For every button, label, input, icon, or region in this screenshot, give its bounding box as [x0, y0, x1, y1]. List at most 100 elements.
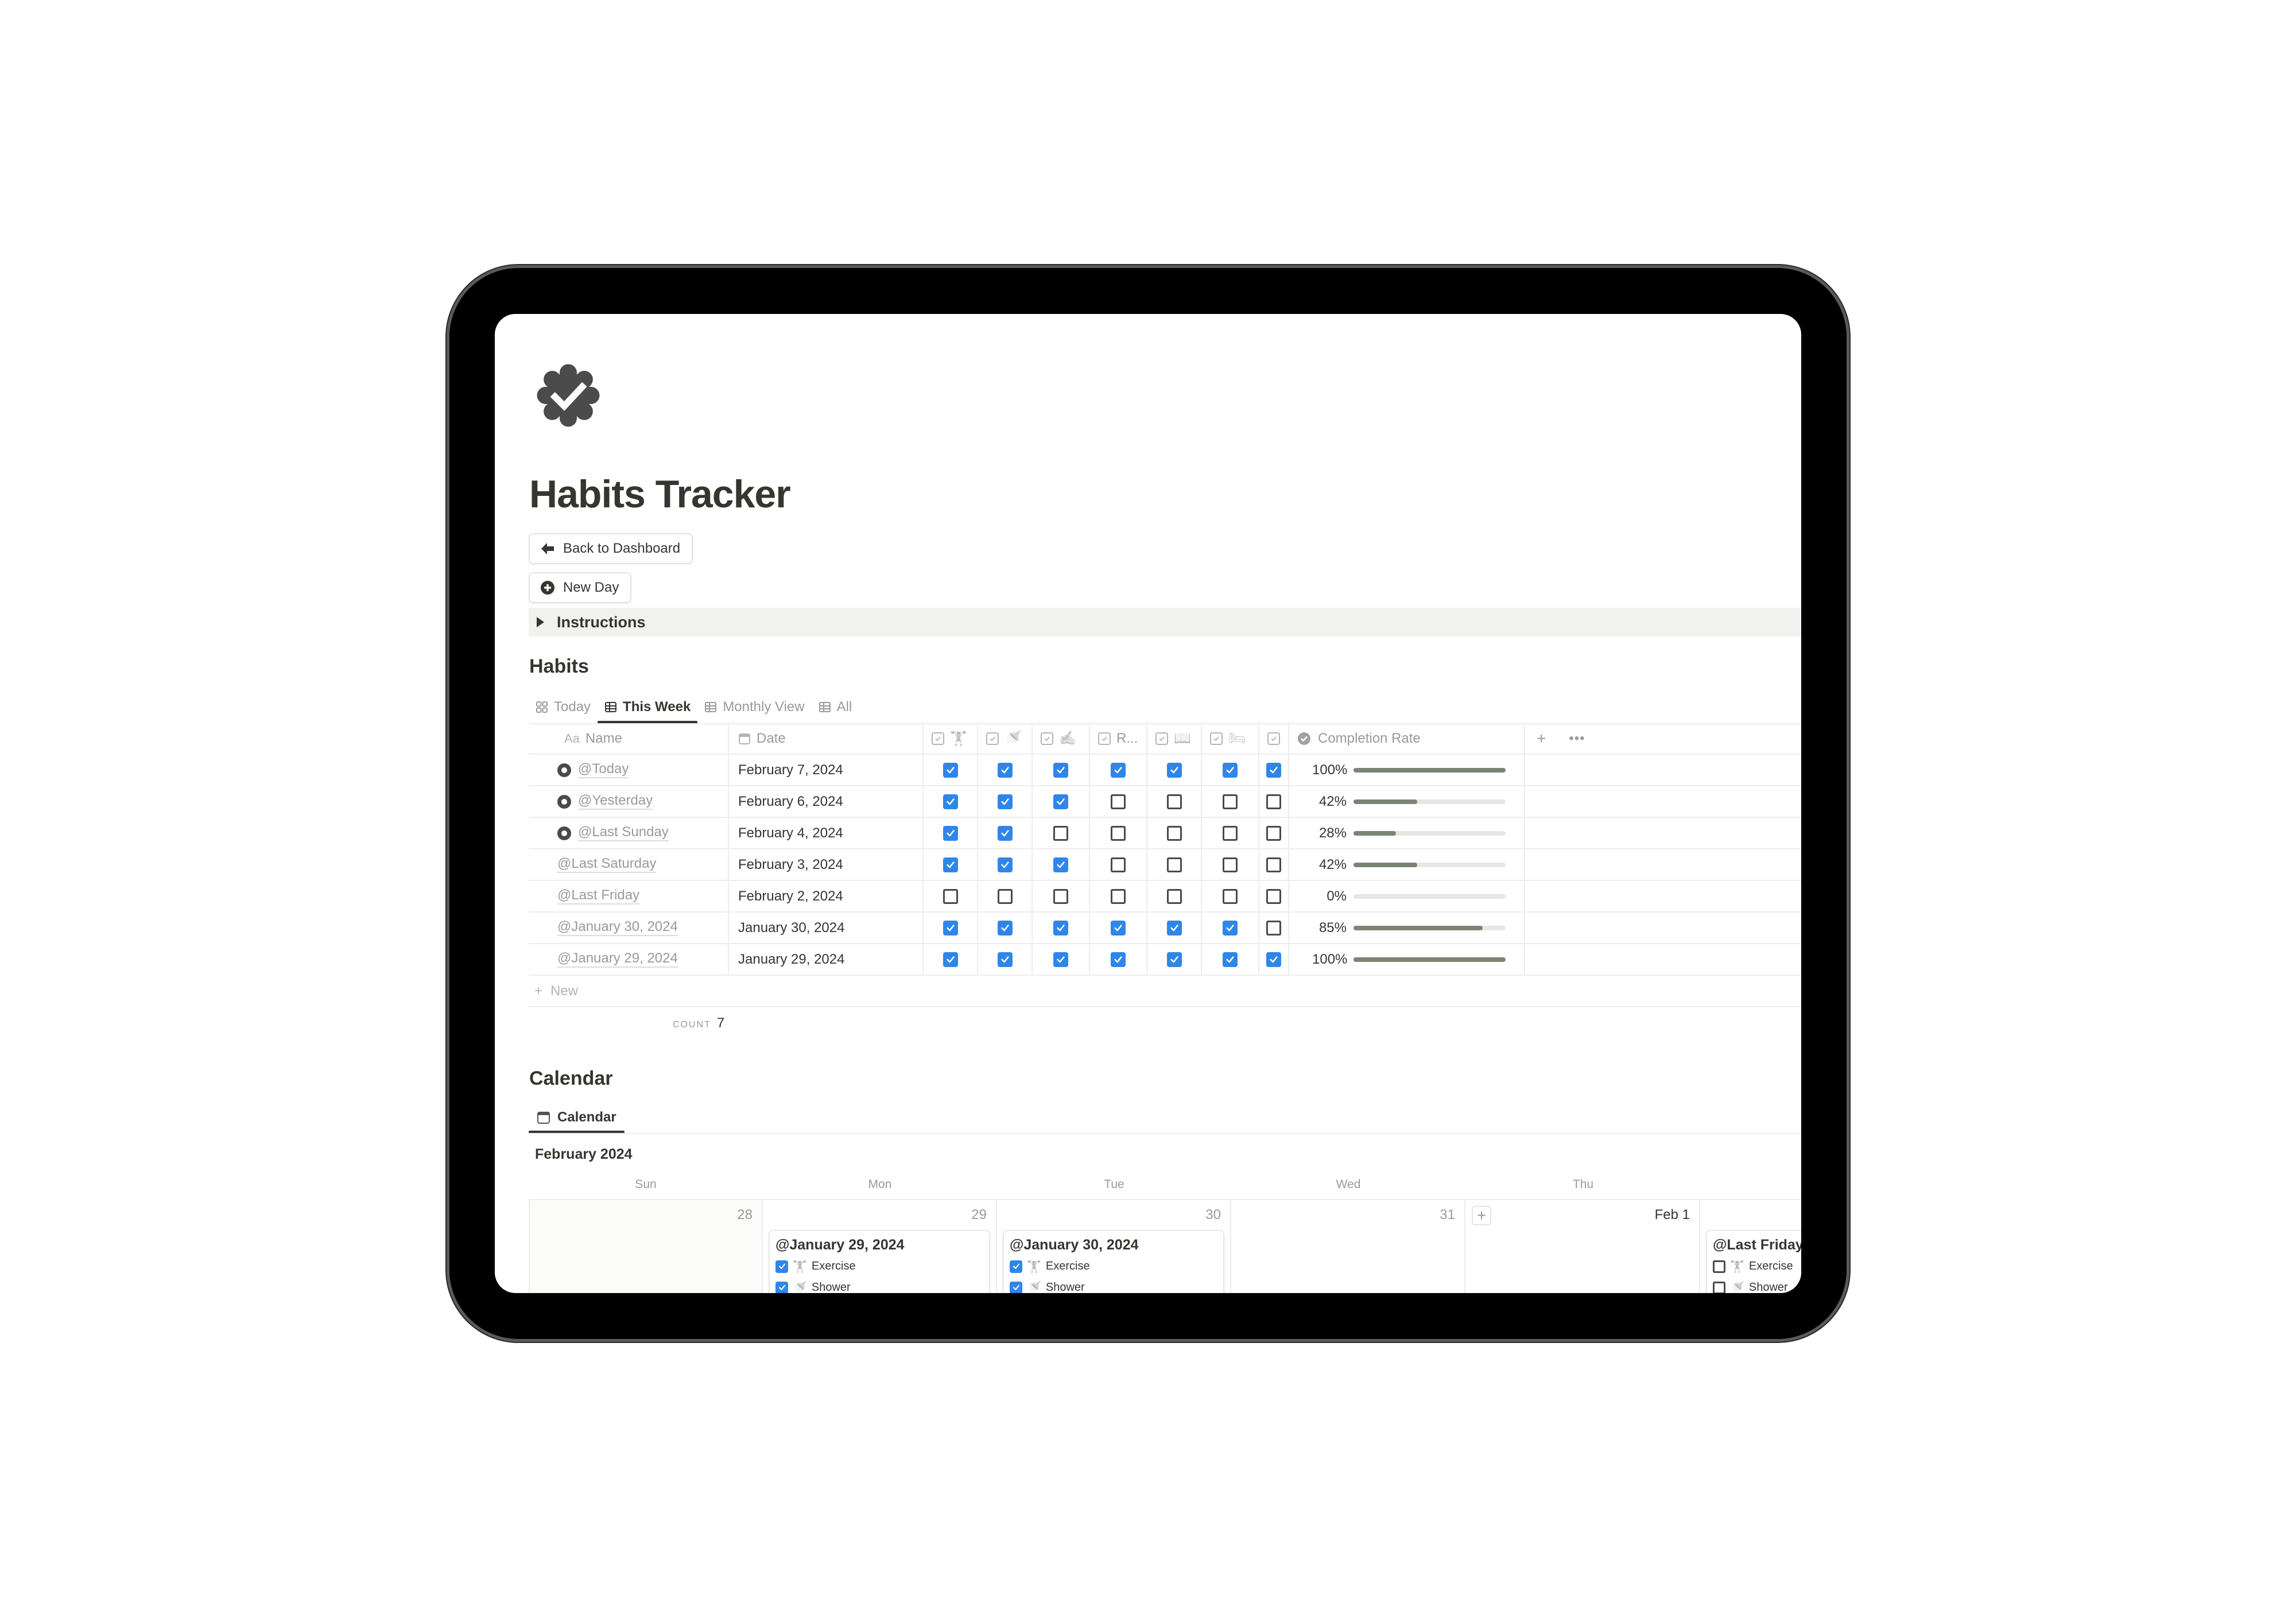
checkbox-checked[interactable]	[997, 762, 1013, 778]
date-mention-link[interactable]: @Last Sunday	[578, 824, 669, 841]
checkbox-unchecked[interactable]	[1111, 888, 1126, 904]
column-header-sleep[interactable]: 🛏	[1202, 723, 1259, 754]
checkbox-checked[interactable]	[1266, 952, 1281, 967]
table-row[interactable]: @Today February 7, 2024 100%	[529, 755, 1801, 786]
date-mention-link[interactable]: @January 30, 2024	[557, 919, 678, 936]
checkbox-unchecked[interactable]	[1266, 825, 1281, 841]
date-cell[interactable]: February 6, 2024	[729, 786, 924, 817]
tab-all[interactable]: All	[812, 693, 859, 721]
checkbox-unchecked[interactable]	[1266, 888, 1281, 904]
checkbox-checked[interactable]	[943, 920, 958, 936]
checkbox-checked[interactable]	[1166, 920, 1182, 936]
name-cell[interactable]: @January 30, 2024	[529, 913, 729, 943]
column-header-shower[interactable]: 🚿	[978, 723, 1033, 754]
checkbox-checked[interactable]	[1053, 952, 1068, 967]
tab-this-week[interactable]: This Week	[598, 693, 698, 724]
checkbox-unchecked[interactable]	[943, 888, 958, 904]
checkbox-unchecked[interactable]	[1111, 825, 1126, 841]
date-mention-link[interactable]: @Yesterday	[578, 793, 653, 810]
add-column-icon[interactable]: +	[1537, 729, 1546, 748]
name-cell[interactable]: @Today	[529, 755, 729, 785]
add-event-button[interactable]: +	[1472, 1206, 1491, 1225]
checkbox-checked[interactable]	[1223, 762, 1238, 778]
calendar-day-cell[interactable]: 29 @January 29, 2024 🏋 Exercise 🚿 Shower	[763, 1200, 997, 1293]
name-cell[interactable]: @Last Saturday	[529, 849, 729, 880]
checkbox-checked[interactable]	[1010, 1281, 1022, 1293]
tab-today[interactable]: Today	[529, 693, 598, 721]
date-cell[interactable]: January 29, 2024	[729, 944, 924, 975]
checkbox-checked[interactable]	[1053, 794, 1068, 809]
calendar-day-cell[interactable]: @Last Friday 🏋 Exercise 🚿 Shower	[1700, 1200, 1801, 1293]
table-row[interactable]: @Last Sunday February 4, 2024 28%	[529, 818, 1801, 849]
checkbox-unchecked[interactable]	[1223, 794, 1238, 809]
checkbox-unchecked[interactable]	[1166, 888, 1182, 904]
name-cell[interactable]: @Last Sunday	[529, 818, 729, 848]
checkbox-checked[interactable]	[943, 762, 958, 778]
date-mention-link[interactable]: @January 29, 2024	[557, 950, 678, 968]
count-summary[interactable]: COUNT 7	[673, 1015, 724, 1031]
checkbox-unchecked[interactable]	[1713, 1260, 1725, 1273]
table-row[interactable]: @Last Saturday February 3, 2024 42%	[529, 849, 1801, 881]
calendar-event-card[interactable]: @January 30, 2024 🏋 Exercise 🚿 Shower	[1003, 1230, 1224, 1293]
date-cell[interactable]: February 4, 2024	[729, 818, 924, 848]
date-mention-link[interactable]: @Last Friday	[557, 887, 640, 905]
checkbox-unchecked[interactable]	[1266, 920, 1281, 936]
instructions-toggle[interactable]: Instructions	[529, 608, 1801, 636]
table-row[interactable]: @January 29, 2024 January 29, 2024 100%	[529, 944, 1801, 976]
date-cell[interactable]: January 30, 2024	[729, 913, 924, 943]
checkbox-checked[interactable]	[1010, 1260, 1022, 1273]
date-cell[interactable]: February 2, 2024	[729, 881, 924, 911]
name-cell[interactable]: @January 29, 2024	[529, 944, 729, 975]
checkbox-unchecked[interactable]	[1266, 857, 1281, 872]
name-cell[interactable]: @Yesterday	[529, 786, 729, 817]
checkbox-unchecked[interactable]	[1223, 888, 1238, 904]
checkbox-checked[interactable]	[943, 952, 958, 967]
checkbox-unchecked[interactable]	[997, 888, 1013, 904]
column-header-unnamed-habit[interactable]	[1259, 723, 1289, 754]
checkbox-unchecked[interactable]	[1053, 888, 1068, 904]
checkbox-checked[interactable]	[943, 825, 958, 841]
add-new-row-button[interactable]: + New	[529, 976, 1801, 1007]
checkbox-checked[interactable]	[775, 1260, 788, 1273]
tab-monthly-view[interactable]: Monthly View	[697, 693, 811, 721]
column-header-truncated-habit[interactable]: R...	[1090, 723, 1147, 754]
checkbox-unchecked[interactable]	[1166, 857, 1182, 872]
column-header-journal[interactable]: ✍	[1033, 723, 1090, 754]
checkbox-unchecked[interactable]	[1166, 794, 1182, 809]
checkbox-checked[interactable]	[943, 794, 958, 809]
calendar-event-card[interactable]: @Last Friday 🏋 Exercise 🚿 Shower	[1706, 1230, 1801, 1293]
checkbox-checked[interactable]	[1223, 920, 1238, 936]
calendar-day-cell[interactable]: 30 @January 30, 2024 🏋 Exercise 🚿 Shower	[997, 1200, 1231, 1293]
checkbox-unchecked[interactable]	[1223, 825, 1238, 841]
calendar-event-card[interactable]: @January 29, 2024 🏋 Exercise 🚿 Shower	[769, 1230, 990, 1293]
checkbox-checked[interactable]	[1166, 952, 1182, 967]
checkbox-unchecked[interactable]	[1166, 825, 1182, 841]
back-to-dashboard-button[interactable]: Back to Dashboard	[529, 533, 693, 564]
checkbox-unchecked[interactable]	[1053, 825, 1068, 841]
new-day-button[interactable]: New Day	[529, 572, 632, 603]
column-header-date[interactable]: Date	[729, 723, 924, 754]
column-header-completion-rate[interactable]: Completion Rate	[1289, 723, 1525, 754]
checkbox-checked[interactable]	[997, 794, 1013, 809]
calendar-day-cell[interactable]: 28	[529, 1200, 763, 1293]
checkbox-checked[interactable]	[1266, 762, 1281, 778]
tab-calendar[interactable]: Calendar	[529, 1103, 625, 1134]
checkbox-unchecked[interactable]	[1111, 857, 1126, 872]
column-header-exercise[interactable]: 🏋	[924, 723, 978, 754]
checkbox-unchecked[interactable]	[1713, 1281, 1725, 1293]
verified-badge-check-icon[interactable]	[535, 362, 602, 429]
checkbox-unchecked[interactable]	[1223, 857, 1238, 872]
checkbox-unchecked[interactable]	[1111, 794, 1126, 809]
checkbox-checked[interactable]	[1111, 920, 1126, 936]
checkbox-checked[interactable]	[1053, 762, 1068, 778]
checkbox-checked[interactable]	[943, 857, 958, 872]
more-options-icon[interactable]: •••	[1569, 731, 1585, 747]
checkbox-checked[interactable]	[1111, 762, 1126, 778]
checkbox-checked[interactable]	[997, 952, 1013, 967]
checkbox-checked[interactable]	[1166, 762, 1182, 778]
checkbox-checked[interactable]	[1223, 952, 1238, 967]
date-mention-link[interactable]: @Today	[578, 761, 629, 778]
date-cell[interactable]: February 3, 2024	[729, 849, 924, 880]
date-mention-link[interactable]: @Last Saturday	[557, 856, 657, 873]
checkbox-checked[interactable]	[1111, 952, 1126, 967]
